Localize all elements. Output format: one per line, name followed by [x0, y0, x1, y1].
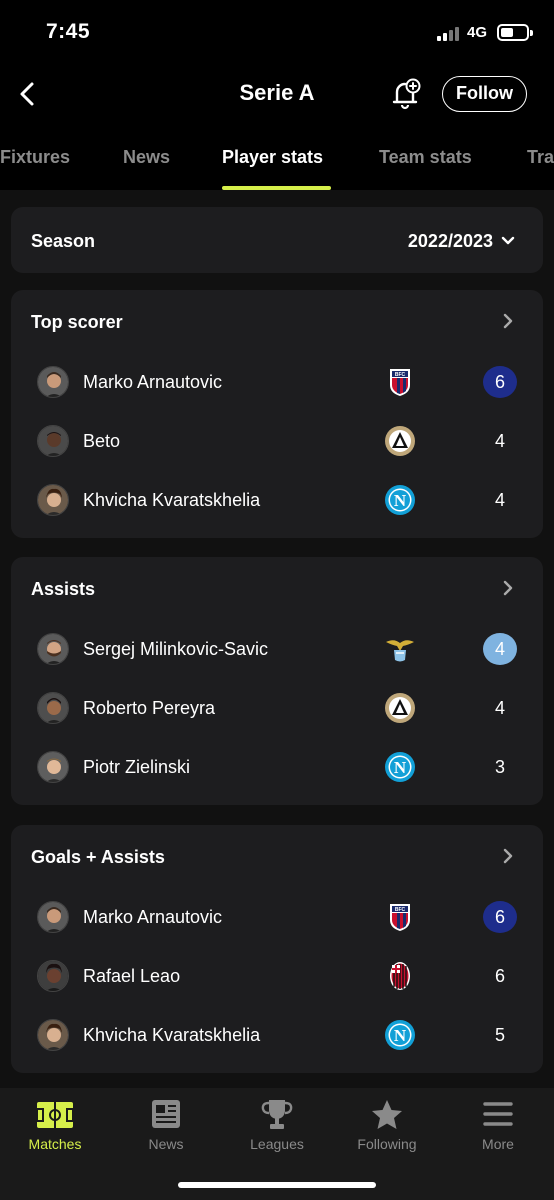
goals-assists-card: Goals + Assists Marko Arnautovic BFC 6 R…	[11, 825, 543, 1073]
section-title: Goals + Assists	[31, 847, 165, 867]
player-row[interactable]: Beto 4	[11, 412, 543, 471]
bell-plus-icon	[392, 78, 421, 110]
player-name: Marko Arnautovic	[83, 907, 223, 927]
napoli-crest-icon: N	[385, 1020, 415, 1050]
stats-content: Season 2022/2023 Top scorer Marko Arnaut…	[0, 190, 554, 1088]
assists-header[interactable]: Assists	[11, 557, 543, 619]
player-avatar	[37, 692, 69, 724]
nav-label: More	[482, 1136, 514, 1152]
stat-value: 6	[494, 966, 505, 986]
napoli-crest-icon: N	[385, 485, 415, 515]
player-name: Sergej Milinkovic-Savic	[83, 639, 269, 659]
svg-text:BFC: BFC	[395, 372, 406, 378]
network-type: 4G	[467, 24, 488, 41]
player-avatar	[37, 484, 69, 516]
stat-value: 5	[494, 1025, 505, 1045]
battery-icon	[497, 24, 533, 41]
player-name: Khvicha Kvaratskhelia	[83, 490, 261, 510]
player-name: Rafael Leao	[83, 966, 181, 986]
stat-value: 6	[483, 901, 517, 933]
udinese-crest-icon	[385, 426, 415, 456]
tab-fixtures[interactable]: Fixtures	[0, 147, 70, 168]
home-indicator	[178, 1182, 376, 1188]
chevron-down-icon	[501, 236, 515, 245]
pitch-icon	[36, 1102, 74, 1128]
player-avatar	[37, 751, 69, 783]
season-value: 2022/2023	[407, 231, 493, 251]
player-row[interactable]: Roberto Pereyra 4	[11, 679, 543, 738]
notification-button[interactable]	[388, 76, 424, 112]
player-avatar	[37, 960, 69, 992]
player-row[interactable]: Khvicha Kvaratskhelia N 5	[11, 1006, 543, 1065]
nav-label: Matches	[28, 1136, 82, 1152]
svg-text:N: N	[394, 1026, 407, 1045]
goals-assists-header[interactable]: Goals + Assists	[11, 825, 543, 887]
nav-label: Leagues	[250, 1136, 304, 1152]
nav-leagues[interactable]: Leagues	[222, 1098, 332, 1152]
tab-player-stats[interactable]: Player stats	[222, 147, 323, 168]
stat-value: 4	[494, 431, 505, 451]
signal-icon	[437, 26, 463, 41]
milan-crest-icon	[390, 962, 410, 990]
player-row[interactable]: Rafael Leao 6	[11, 947, 543, 1006]
svg-text:N: N	[394, 758, 407, 777]
player-avatar	[37, 901, 69, 933]
player-row[interactable]: Marko Arnautovic BFC 6	[11, 353, 543, 412]
udinese-crest-icon	[385, 693, 415, 723]
player-name: Roberto Pereyra	[83, 698, 216, 718]
bologna-crest-icon: BFC	[390, 904, 410, 931]
player-row[interactable]: Piotr Zielinski N 3	[11, 738, 543, 797]
top-scorer-card: Top scorer Marko Arnautovic BFC 6 Beto 4…	[11, 290, 543, 538]
player-name: Piotr Zielinski	[83, 757, 191, 777]
chevron-right-icon	[503, 313, 513, 329]
stat-value: 4	[494, 490, 505, 510]
tab-news[interactable]: News	[123, 147, 170, 168]
section-title: Assists	[31, 579, 96, 599]
player-avatar	[37, 366, 69, 398]
napoli-crest-icon: N	[385, 752, 415, 782]
nav-following[interactable]: Following	[332, 1098, 442, 1152]
player-name: Beto	[83, 431, 121, 451]
season-selector[interactable]: Season 2022/2023	[11, 207, 543, 273]
player-row[interactable]: Khvicha Kvaratskhelia N 4	[11, 471, 543, 530]
tab-bar: Fixtures News Player stats Team stats Tr…	[0, 130, 554, 192]
svg-text:BFC: BFC	[395, 907, 406, 913]
trophy-icon	[261, 1100, 293, 1129]
chevron-right-icon	[503, 848, 513, 864]
section-title: Top scorer	[31, 312, 123, 332]
stat-value: 3	[494, 757, 505, 777]
player-avatar	[37, 1019, 69, 1051]
news-icon	[152, 1100, 180, 1128]
player-avatar	[37, 425, 69, 457]
nav-news[interactable]: News	[111, 1098, 221, 1152]
player-row[interactable]: Sergej Milinkovic-Savic 4	[11, 620, 543, 679]
status-bar: 7:45 4G	[0, 0, 554, 66]
player-avatar	[37, 633, 69, 665]
nav-label: News	[148, 1136, 184, 1152]
nav-more[interactable]: More	[443, 1098, 553, 1152]
player-name: Marko Arnautovic	[83, 372, 223, 392]
player-name: Khvicha Kvaratskhelia	[83, 1025, 261, 1045]
chevron-right-icon	[503, 580, 513, 596]
tab-team-stats[interactable]: Team stats	[379, 147, 472, 168]
season-label: Season	[31, 231, 96, 251]
lazio-crest-icon	[386, 640, 414, 662]
star-icon	[372, 1100, 402, 1129]
player-row[interactable]: Marko Arnautovic BFC 6	[11, 888, 543, 947]
stat-value: 4	[483, 633, 517, 665]
follow-button[interactable]: Follow	[442, 76, 527, 112]
top-scorer-header[interactable]: Top scorer	[11, 290, 543, 352]
menu-icon	[483, 1102, 513, 1126]
stat-value: 4	[494, 698, 505, 718]
status-time: 7:45	[46, 20, 91, 43]
nav-matches[interactable]: Matches	[0, 1098, 110, 1152]
assists-card: Assists Sergej Milinkovic-Savic 4 Robert…	[11, 557, 543, 805]
header: Serie A Follow	[0, 66, 554, 122]
tab-transfers[interactable]: Tra	[527, 147, 554, 168]
nav-label: Following	[357, 1136, 417, 1152]
stat-value: 6	[483, 366, 517, 398]
svg-text:N: N	[394, 491, 407, 510]
bologna-crest-icon: BFC	[390, 369, 410, 396]
